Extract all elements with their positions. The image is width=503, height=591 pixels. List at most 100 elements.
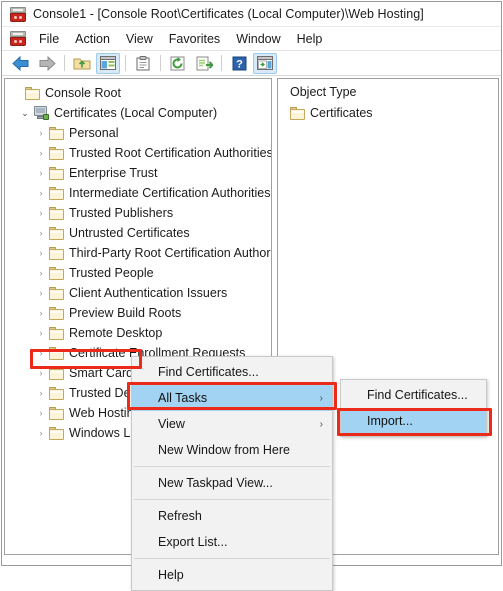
folder-icon <box>49 386 64 400</box>
context-menu-item-new-window-from-here[interactable]: New Window from Here <box>132 437 332 463</box>
tree-item-label: Preview Build Roots <box>69 306 182 320</box>
expander-icon[interactable]: › <box>33 128 49 138</box>
menu-file[interactable]: File <box>31 30 67 48</box>
expander-icon[interactable]: › <box>33 288 49 298</box>
tree-item-personal[interactable]: › Personal <box>5 123 271 143</box>
tree-item-label: Certificates (Local Computer) <box>54 106 218 120</box>
results-list: Object Type Certificates <box>278 79 498 123</box>
folder-icon <box>49 206 64 220</box>
submenu-item-label: Find Certificates... <box>367 388 468 402</box>
svg-text:?: ? <box>236 58 243 70</box>
folder-icon <box>49 406 64 420</box>
expander-icon[interactable]: › <box>33 428 49 438</box>
show-hide-console-tree-button[interactable] <box>96 52 120 74</box>
tree-item-client-authentication-issuers[interactable]: › Client Authentication Issuers <box>5 283 271 303</box>
help-button[interactable]: ? <box>227 53 251 74</box>
expander-icon[interactable]: › <box>33 368 49 378</box>
folder-icon <box>49 286 64 300</box>
menu-bar: File Action View Favorites Window Help <box>2 27 501 51</box>
context-menu-item-help[interactable]: Help <box>132 562 332 588</box>
context-menu-item-label: New Window from Here <box>158 443 290 457</box>
list-item-label: Certificates <box>310 106 373 120</box>
expander-icon[interactable]: › <box>33 348 49 358</box>
tree-item-preview-build-roots[interactable]: › Preview Build Roots <box>5 303 271 323</box>
export-list-button[interactable] <box>192 53 216 74</box>
export-list-icon <box>196 56 213 70</box>
folder-icon <box>49 426 64 440</box>
tree-item-trusted-root-certification-authorities[interactable]: › Trusted Root Certification Authorities <box>5 143 272 163</box>
certificates-snapin-icon <box>33 106 49 120</box>
context-menu-item-label: New Taskpad View... <box>158 476 273 490</box>
folder-icon <box>49 366 64 380</box>
refresh-button[interactable] <box>166 53 190 74</box>
column-header-object-type[interactable]: Object Type <box>278 85 498 103</box>
back-button[interactable] <box>9 53 33 74</box>
help-icon: ? <box>232 56 246 70</box>
tree-item-enterprise-trust[interactable]: › Enterprise Trust <box>5 163 271 183</box>
context-menu-separator <box>134 499 330 500</box>
expander-icon[interactable]: › <box>33 268 49 278</box>
menu-favorites[interactable]: Favorites <box>161 30 228 48</box>
folder-icon <box>49 126 64 140</box>
list-item[interactable]: Certificates <box>278 103 498 123</box>
expander-icon[interactable]: › <box>33 208 49 218</box>
expander-icon[interactable]: › <box>33 388 49 398</box>
show-hide-action-pane-button[interactable] <box>253 52 277 74</box>
up-one-level-button[interactable] <box>70 53 94 74</box>
forward-button[interactable] <box>35 53 59 74</box>
context-menu-item-find-certificates[interactable]: Find Certificates... <box>132 359 332 385</box>
folder-icon <box>49 146 64 160</box>
tree-item-trusted-publishers[interactable]: › Trusted Publishers <box>5 203 271 223</box>
submenu-item-import[interactable]: Import... <box>341 408 486 434</box>
tree-item-label: Third-Party Root Certification Authoriti… <box>69 246 272 260</box>
expander-icon[interactable]: › <box>33 408 49 418</box>
expander-icon[interactable]: › <box>33 248 49 258</box>
expander-icon[interactable]: › <box>33 228 49 238</box>
properties-clipboard-icon <box>136 55 150 70</box>
context-menu-separator <box>134 558 330 559</box>
expander-icon[interactable]: › <box>33 148 49 158</box>
folder-icon <box>290 106 305 120</box>
context-menu-item-label: All Tasks <box>158 391 208 405</box>
folder-icon <box>49 306 64 320</box>
properties-button[interactable] <box>131 53 155 74</box>
context-menu-item-label: Export List... <box>158 535 228 549</box>
expander-icon[interactable]: › <box>33 328 49 338</box>
expander-open-icon[interactable]: ⌄ <box>17 108 33 119</box>
context-menu-item-label: Refresh <box>158 509 202 523</box>
context-menu-separator <box>134 466 330 467</box>
folder-icon <box>49 246 64 260</box>
toolbar-separator <box>160 55 161 71</box>
up-folder-icon <box>73 58 91 69</box>
back-icon <box>12 55 29 71</box>
context-menu-item-export-list[interactable]: Export List... <box>132 529 332 555</box>
expander-icon[interactable]: › <box>33 168 49 178</box>
context-menu-item-new-taskpad-view[interactable]: New Taskpad View... <box>132 470 332 496</box>
folder-icon <box>49 226 64 240</box>
toolbar-separator <box>125 55 126 71</box>
tree-item-intermediate-certification-authorities[interactable]: › Intermediate Certification Authorities <box>5 183 271 203</box>
context-menu-item-refresh[interactable]: Refresh <box>132 503 332 529</box>
tree-item-trusted-people[interactable]: › Trusted People <box>5 263 271 283</box>
tree-item-third-party-root-certification-authorities[interactable]: › Third-Party Root Certification Authori… <box>5 243 272 263</box>
tree-item-remote-desktop[interactable]: › Remote Desktop <box>5 323 271 343</box>
expander-icon[interactable]: › <box>33 308 49 318</box>
tree-item-certificates-local-computer[interactable]: ⌄ Certificates (Local Computer) <box>5 103 271 123</box>
menu-help[interactable]: Help <box>289 30 331 48</box>
folder-icon <box>49 266 64 280</box>
submenu-item-find-certificates[interactable]: Find Certificates... <box>341 382 486 408</box>
context-menu-item-label: Find Certificates... <box>158 365 259 379</box>
context-menu-item-all-tasks[interactable]: All Tasks › <box>132 385 332 411</box>
tree-item-label: Trusted Publishers <box>69 206 174 220</box>
system-menu-icon[interactable] <box>10 31 26 46</box>
menu-view[interactable]: View <box>118 30 161 48</box>
tree-item-console-root[interactable]: Console Root <box>5 83 271 103</box>
expander-icon[interactable]: › <box>33 188 49 198</box>
context-menu-item-view[interactable]: View › <box>132 411 332 437</box>
menu-action[interactable]: Action <box>67 30 118 48</box>
tree-item-label: Web Hosting <box>69 406 141 420</box>
tree-item-label: Console Root <box>45 86 121 100</box>
menu-window[interactable]: Window <box>228 30 288 48</box>
tree-item-untrusted-certificates[interactable]: › Untrusted Certificates <box>5 223 271 243</box>
chevron-right-icon: › <box>319 418 323 430</box>
